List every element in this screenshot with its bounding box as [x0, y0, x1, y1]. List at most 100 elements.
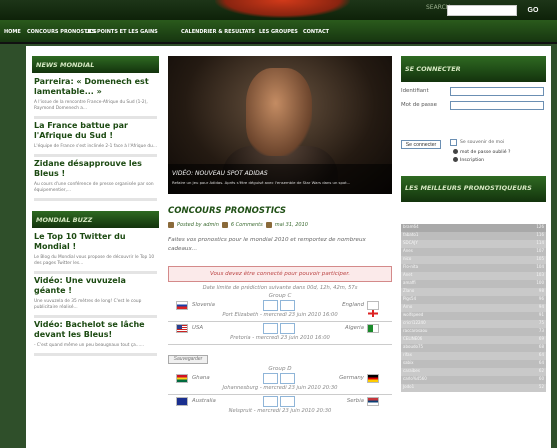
away-score-input[interactable]	[280, 300, 295, 311]
buzz-headline[interactable]: Vidéo: Bachelot se lâche devant les Bleu…	[34, 320, 157, 340]
center-column: VIDÉO: NOUVEAU SPOT ADIDAS Refaire un je…	[168, 56, 392, 414]
ranking-row[interactable]: bram64 126	[401, 224, 546, 232]
nav-item-points[interactable]: LES POINTS ET LES GAINS	[85, 29, 158, 35]
ranking-row[interactable]: caraibes 62	[401, 368, 546, 376]
ranking-row[interactable]: cricri12240 75	[401, 320, 546, 328]
login-required-alert: Vous devez être connecté pour pouvoir pa…	[168, 266, 392, 282]
news-headline[interactable]: Parreira: « Domenech est lamentable... »	[34, 77, 157, 97]
ranking-name: fabato1	[403, 232, 419, 237]
ranking-name: amaffi	[403, 280, 416, 285]
top-header-bar: SEARCH GO	[0, 0, 557, 20]
home-score-input[interactable]	[263, 300, 278, 311]
ranking-points: 73	[538, 328, 544, 333]
divider	[34, 198, 157, 201]
help-icon	[453, 149, 458, 154]
ranking-row[interactable]: SDCAJY 114	[401, 240, 546, 248]
away-score-input[interactable]	[280, 396, 295, 407]
ranking-points: 114	[536, 240, 544, 245]
contest-title[interactable]: CONCOURS PRONOSTICS	[168, 206, 392, 216]
ranking-name: Arno	[403, 304, 413, 309]
post-comments[interactable]: 6 Comments	[231, 222, 263, 228]
user-icon	[168, 222, 174, 228]
away-score-input[interactable]	[280, 373, 295, 384]
video-title[interactable]: VIDÉO: NOUVEAU SPOT ADIDAS	[172, 170, 268, 177]
ranking-name: caraibes	[403, 368, 420, 373]
germany-flag-icon	[367, 374, 379, 383]
ranking-row[interactable]: Arno 94	[401, 304, 546, 312]
ranking-row[interactable]: amaffi 100	[401, 280, 546, 288]
id-input[interactable]	[450, 87, 544, 96]
ranking-name: Pigs54	[403, 296, 417, 301]
signup-link[interactable]: Inscription	[453, 157, 484, 163]
ranking-row[interactable]: sabix 64	[401, 360, 546, 368]
ranking-points: 107	[536, 248, 544, 253]
ranking-name: cricri12240	[403, 320, 426, 325]
ranking-name: nico	[403, 256, 412, 261]
home-team: Ghana	[192, 375, 210, 381]
usa-flag-icon	[176, 324, 188, 333]
ranking-name: Anet	[403, 272, 413, 277]
ranking-name: aboudo75	[403, 344, 424, 349]
ranking-row[interactable]: wolfspeed 91	[401, 312, 546, 320]
ranking-row[interactable]: Zlano 98	[401, 288, 546, 296]
password-label: Mot de passe	[401, 102, 437, 108]
nav-item-contact[interactable]: CONTACT	[303, 29, 329, 35]
news-box-title: NEWS MONDIAL	[32, 56, 159, 73]
go-button[interactable]: GO	[518, 4, 548, 16]
buzz-headline[interactable]: Vidéo: Une vuvuzela géante !	[34, 276, 157, 296]
ranking-points: 60	[538, 376, 544, 381]
ranking-row[interactable]: Pigs54 96	[401, 296, 546, 304]
nav-item-calendrier[interactable]: CALENDRIER & RESULTATS	[181, 29, 255, 35]
nav-item-groupes[interactable]: LES GROUPES	[259, 29, 298, 35]
ranking-row[interactable]: Jodo1 52	[401, 384, 546, 392]
buzz-excerpt: Le Blog du Mondial vous propose de décou…	[34, 255, 155, 266]
match-venue: Pretoria - mercredi 23 juin 2010 16:00	[230, 335, 330, 341]
buzz-headline[interactable]: Le Top 10 Twitter du Mondial !	[34, 232, 157, 252]
home-score-input[interactable]	[263, 373, 278, 384]
ranking-row[interactable]: Anet 103	[401, 272, 546, 280]
forgot-password-label: mot de passe oublié ?	[460, 150, 511, 155]
ranking-row[interactable]: nico 105	[401, 256, 546, 264]
ranking-row[interactable]: fabato1 116	[401, 232, 546, 240]
ranking-row[interactable]: CELINE06 69	[401, 336, 546, 344]
ranking-points: 105	[536, 256, 544, 261]
ranking-points: 94	[538, 304, 544, 309]
ranking-row[interactable]: rifax 64	[401, 352, 546, 360]
ranking-spacer	[401, 202, 546, 224]
ranking-points: 103	[536, 272, 544, 277]
video-player[interactable]: VIDÉO: NOUVEAU SPOT ADIDAS Refaire un je…	[168, 56, 392, 194]
remember-checkbox[interactable]	[450, 139, 457, 146]
away-team: England	[342, 302, 364, 308]
ranking-row[interactable]: raccarosaou 73	[401, 328, 546, 336]
news-headline[interactable]: La France battue par l'Afrique du Sud !	[34, 121, 157, 141]
ranking-row[interactable]: carlo%4560 60	[401, 376, 546, 384]
ranking-row[interactable]: Anes 107	[401, 248, 546, 256]
buzz-excerpt: - C'est quand même un peu beaugnaux tout…	[34, 343, 144, 348]
home-score-input[interactable]	[263, 396, 278, 407]
search-input[interactable]	[447, 5, 517, 16]
password-input[interactable]	[450, 101, 544, 110]
divider	[34, 353, 157, 356]
divider	[34, 271, 157, 274]
home-team: USA	[192, 325, 204, 331]
news-headline[interactable]: Zidane désapprouve les Bleus !	[34, 159, 157, 179]
ranking-row[interactable]: aboudo75 68	[401, 344, 546, 352]
news-list: Parreira: « Domenech est lamentable... »…	[32, 73, 159, 201]
post-author: Posted by admin	[177, 222, 219, 228]
news-excerpt: A l'issue de la rencontre France-Afrique…	[34, 100, 148, 111]
save-button[interactable]: Sauvegarder	[168, 354, 208, 364]
id-label: Identifiant	[401, 88, 429, 94]
match-venue: Johannesburg - mercredi 23 juin 2010 20:…	[222, 385, 338, 391]
away-score-input[interactable]	[280, 323, 295, 334]
match-venue: Port Elizabeth - mercredi 23 juin 2010 1…	[222, 312, 338, 318]
connect-button[interactable]: Se connecter	[401, 140, 441, 149]
ranking-row[interactable]: Flo-nita 104	[401, 264, 546, 272]
forgot-password-link[interactable]: mot de passe oublié ?	[453, 149, 510, 155]
nav-item-home[interactable]: HOME	[4, 29, 21, 35]
divider	[34, 116, 157, 119]
home-score-input[interactable]	[263, 323, 278, 334]
england-flag-icon	[367, 301, 379, 317]
home-team: Australia	[192, 398, 216, 404]
player-face	[246, 68, 312, 156]
ranking-list: bram64 126 fabato1 116 SDCAJY 114 Anes 107 nico 1…	[401, 224, 546, 392]
